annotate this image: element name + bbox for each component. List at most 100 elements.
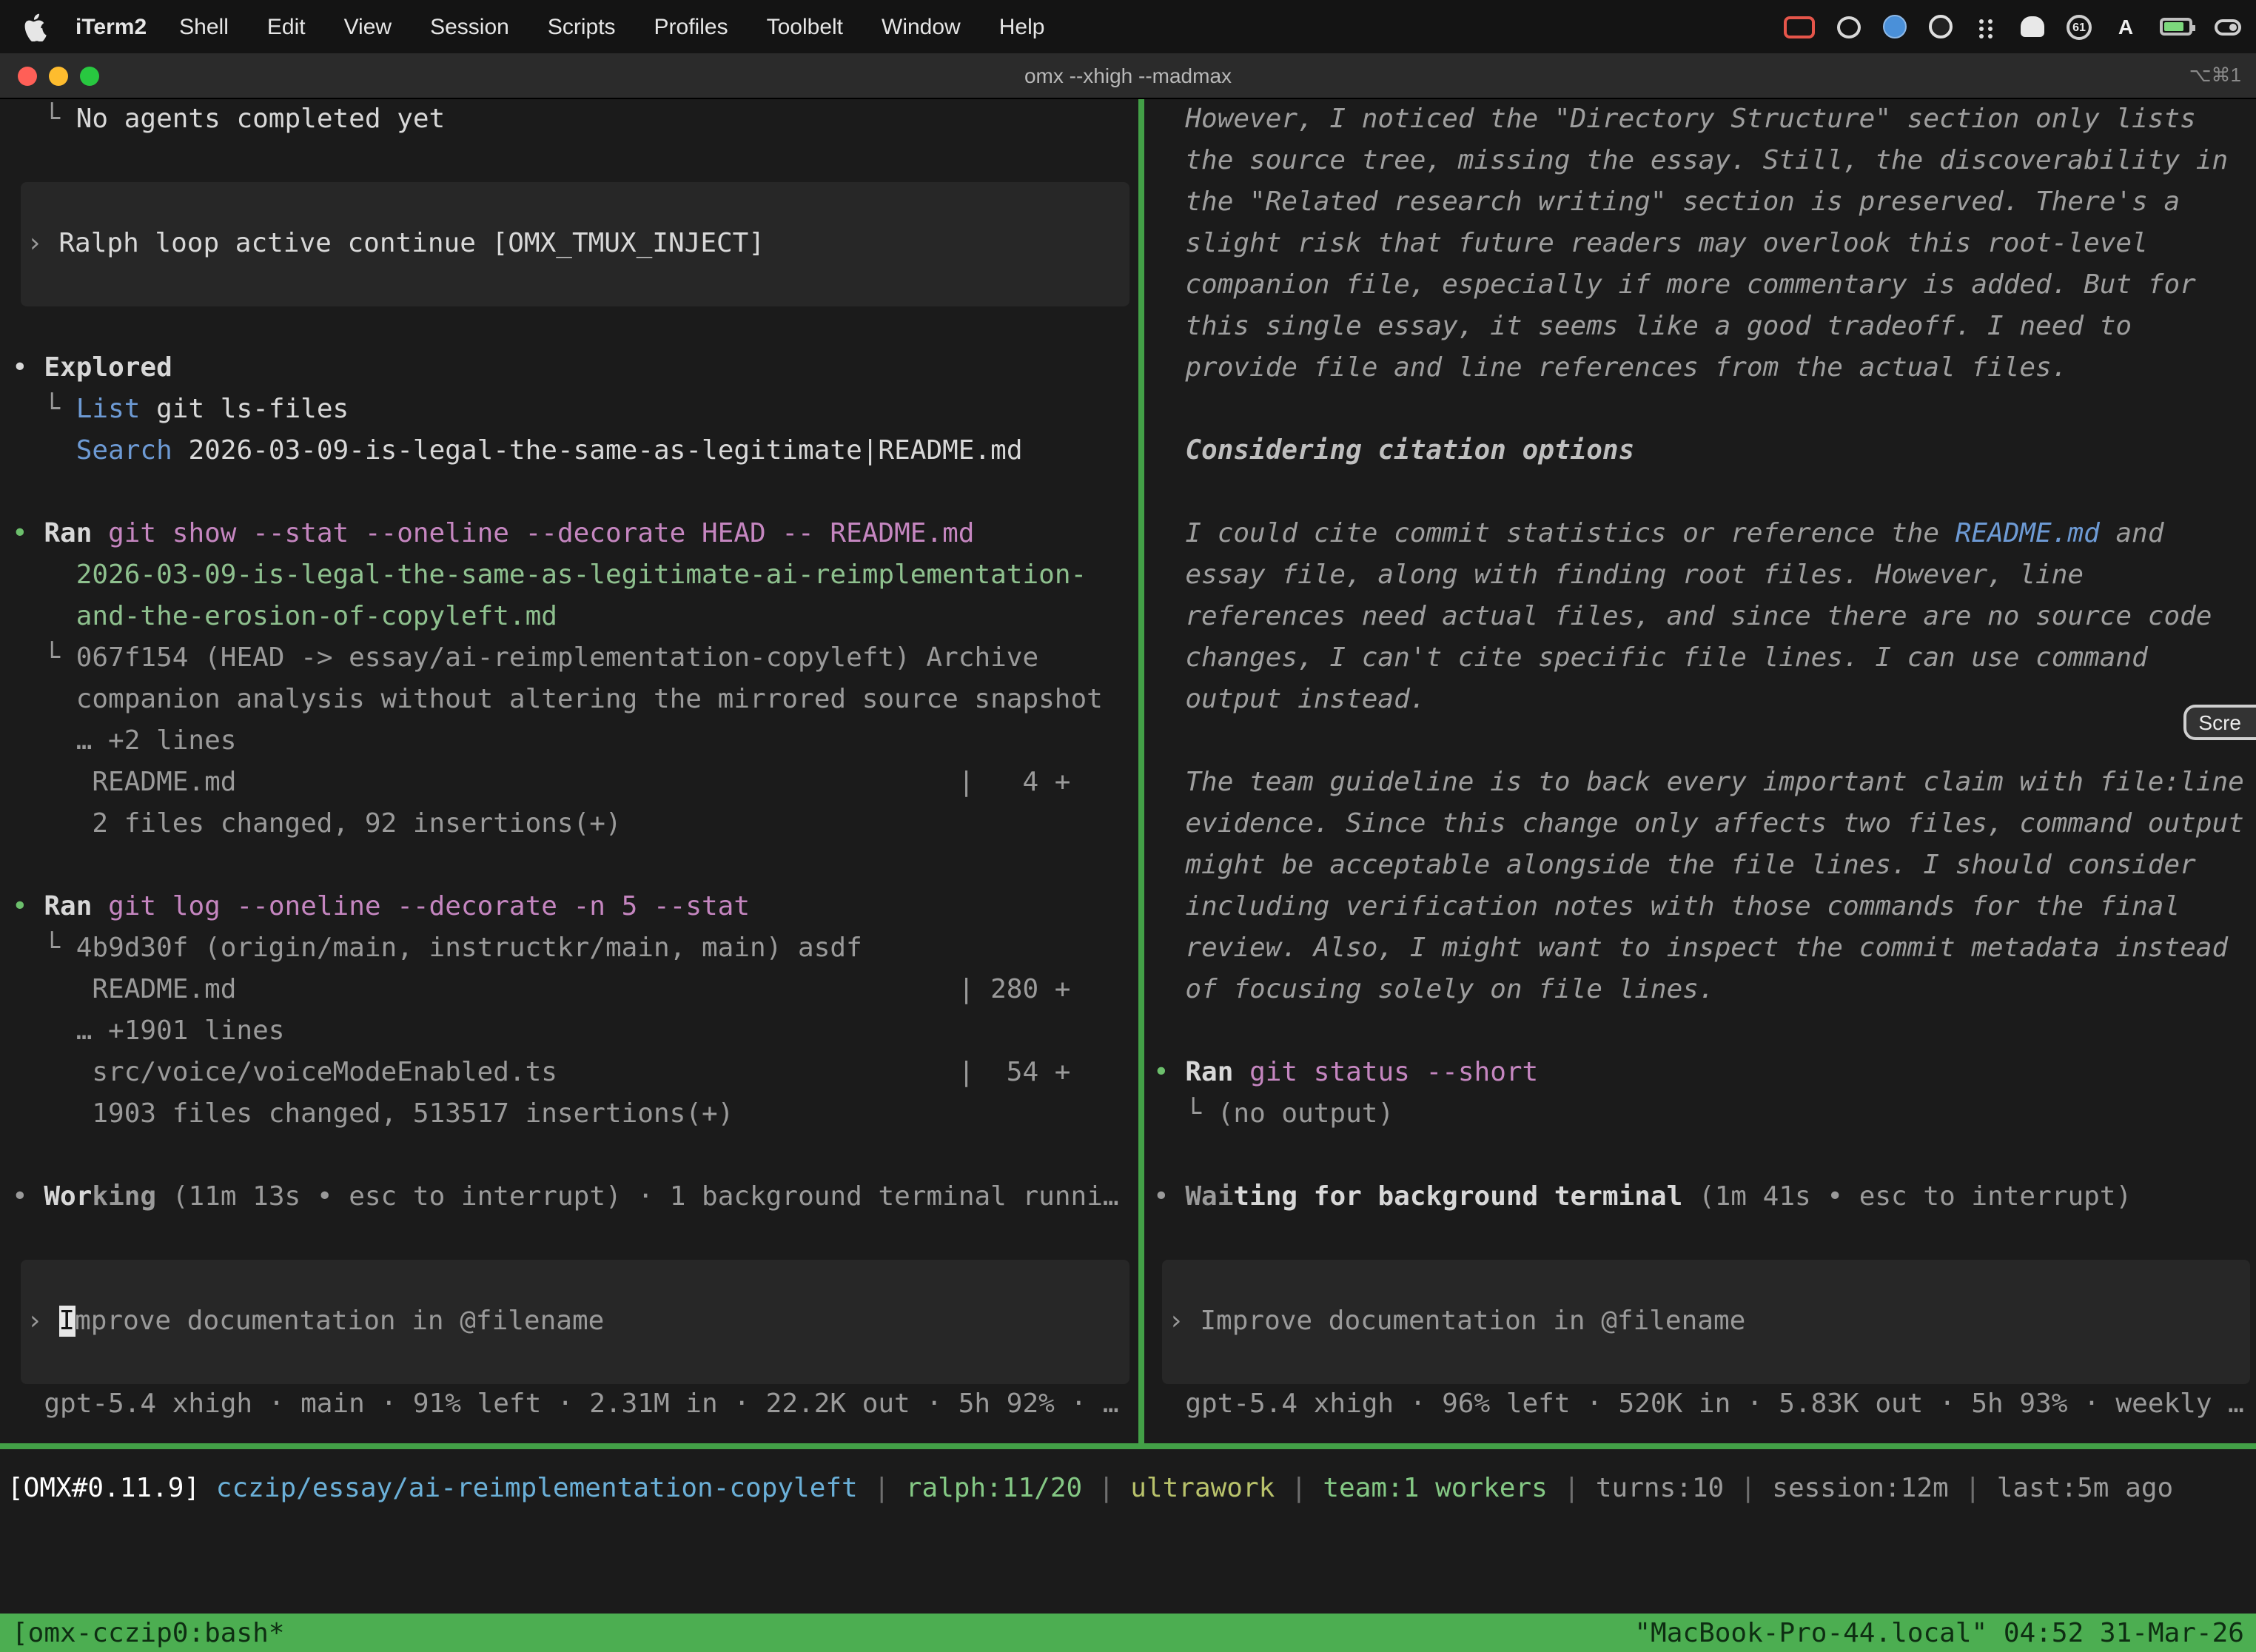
terminal-line: … +1901 lines <box>12 1011 1138 1052</box>
menu-item-toolbelt[interactable]: Toolbelt <box>767 14 843 39</box>
menu-bar-status-icons: 61 A <box>1784 13 2241 41</box>
tmux-status-bar: [omx-cczip0:bash* "MacBook-Pro-44.local"… <box>0 1614 2256 1652</box>
terminal-line: • Explored <box>12 348 1138 389</box>
minimize-button[interactable] <box>49 66 68 85</box>
terminal-pane-right[interactable]: However, I noticed the "Directory Struct… <box>1144 99 2250 1443</box>
terminal-line <box>1153 389 2250 431</box>
terminal-line <box>1153 1011 2250 1052</box>
status-divider <box>0 1443 2256 1449</box>
terminal-line: └ (no output) <box>1153 1094 2250 1135</box>
menu-bar: iTerm2 Shell Edit View Session Scripts P… <box>0 0 2256 53</box>
terminal-line <box>1153 1135 2250 1177</box>
terminal-line <box>12 1218 1138 1260</box>
menu-item-help[interactable]: Help <box>999 14 1045 39</box>
dark-ring-app-icon[interactable] <box>1929 15 1953 38</box>
terminal-line: The team guideline is to back every impo… <box>1153 762 2250 804</box>
prompt-input[interactable]: › Improve documentation in @filename <box>1162 1260 2250 1384</box>
input-source-icon[interactable]: A <box>2114 13 2138 41</box>
terminal-line: of focusing solely on file lines. <box>1153 970 2250 1011</box>
terminal-line: review. Also, I might want to inspect th… <box>1153 928 2250 970</box>
terminal-line: └ 067f154 (HEAD -> essay/ai-reimplementa… <box>12 638 1138 679</box>
terminal-line: gpt-5.4 xhigh · main · 91% left · 2.31M … <box>12 1384 1138 1426</box>
terminal-line: › Improve documentation in @filename <box>1168 1301 2247 1343</box>
notification-popup[interactable]: Scre <box>2183 705 2256 740</box>
terminal-line: companion file, especially if more comme… <box>1153 265 2250 306</box>
terminal-line: slight risk that future readers may over… <box>1153 224 2250 265</box>
terminal-line <box>12 472 1138 514</box>
terminal-line: including verification notes with those … <box>1153 887 2250 928</box>
terminal-line <box>1153 1218 2250 1260</box>
menu-item-session[interactable]: Session <box>430 14 509 39</box>
terminal-line <box>12 845 1138 887</box>
terminal-line <box>12 306 1138 348</box>
terminal-line: README.md | 280 + <box>12 970 1138 1011</box>
terminal-line: companion analysis without altering the … <box>12 679 1138 721</box>
terminal-line: [OMX#0.11.9] cczip/essay/ai-reimplementa… <box>7 1468 2256 1510</box>
menu-item-profiles[interactable]: Profiles <box>654 14 728 39</box>
app-grid-icon[interactable] <box>1975 16 1998 38</box>
terminal-line <box>1153 472 2250 514</box>
window-shortcut-badge: ⌥⌘1 <box>2189 64 2241 87</box>
terminal-line: this single essay, it seems like a good … <box>1153 306 2250 348</box>
terminal-line: Considering citation options <box>1153 431 2250 472</box>
terminal-line: src/voice/voiceModeEnabled.ts | 54 + <box>12 1052 1138 1094</box>
zoom-button[interactable] <box>80 66 99 85</box>
title-bar: omx --xhigh --madmax ⌥⌘1 <box>0 53 2256 99</box>
apple-menu-icon[interactable] <box>24 13 49 41</box>
terminal-line: the "Related research writing" section i… <box>1153 182 2250 224</box>
terminal-line: └ 4b9d30f (origin/main, instructkr/main,… <box>12 928 1138 970</box>
terminal-pane-left[interactable]: └ No agents completed yet › Ralph loop a… <box>0 99 1138 1443</box>
terminal-line: › Improve documentation in @filename <box>27 1301 1127 1343</box>
control-center-icon[interactable] <box>2215 19 2241 35</box>
terminal-line: output instead. <box>1153 679 2250 721</box>
tmux-host-clock: "MacBook-Pro-44.local" 04:52 31-Mar-26 <box>1634 1617 2244 1648</box>
menu-item-view[interactable]: View <box>344 14 392 39</box>
terminal-line: 1903 files changed, 513517 insertions(+) <box>12 1094 1138 1135</box>
terminal-line: • Ran git status --short <box>1153 1052 2250 1094</box>
compass-app-icon[interactable] <box>1883 15 1907 38</box>
terminal-line: 2 files changed, 92 insertions(+) <box>12 804 1138 845</box>
terminal-line <box>1153 721 2250 762</box>
terminal-line: However, I noticed the "Directory Struct… <box>1153 99 2250 141</box>
prompt-input[interactable]: › Improve documentation in @filename <box>21 1260 1129 1384</box>
terminal-line: Search 2026-03-09-is-legal-the-same-as-l… <box>12 431 1138 472</box>
terminal-line: might be acceptable alongside the file l… <box>1153 845 2250 887</box>
battery-gauge-icon[interactable]: 61 <box>2067 14 2092 39</box>
window-title: omx --xhigh --madmax <box>1024 64 1232 87</box>
terminal-line: the source tree, missing the essay. Stil… <box>1153 141 2250 182</box>
pane-divider[interactable] <box>1138 99 1144 1443</box>
terminal-line: • Ran git log --oneline --decorate -n 5 … <box>12 887 1138 928</box>
screen: iTerm2 Shell Edit View Session Scripts P… <box>0 0 2256 1652</box>
globe-app-icon[interactable] <box>1837 16 1861 38</box>
terminal-line: … +2 lines <box>12 721 1138 762</box>
terminal-line: └ No agents completed yet <box>12 99 1138 141</box>
terminal-line: references need actual files, and since … <box>1153 597 2250 638</box>
tmux-window-name[interactable]: [omx-cczip0:bash* <box>12 1617 284 1648</box>
terminal-line: • Ran git show --stat --oneline --decora… <box>12 514 1138 555</box>
traffic-lights <box>18 53 99 98</box>
menu-item-window[interactable]: Window <box>882 14 961 39</box>
inject-banner[interactable]: › Ralph loop active continue [OMX_TMUX_I… <box>21 182 1129 306</box>
terminal-line: README.md | 4 + <box>12 762 1138 804</box>
terminal-line: • Working (11m 13s • esc to interrupt) ·… <box>12 1177 1138 1218</box>
menu-item-scripts[interactable]: Scripts <box>548 14 616 39</box>
terminal-line <box>12 1135 1138 1177</box>
screen-recording-icon[interactable] <box>1784 16 1815 38</box>
terminal-line: I could cite commit statistics or refere… <box>1153 514 2250 555</box>
close-button[interactable] <box>18 66 37 85</box>
omx-status-bar: [OMX#0.11.9] cczip/essay/ai-reimplementa… <box>0 1449 2256 1614</box>
battery-icon[interactable] <box>2160 18 2192 36</box>
terminal-line: 2026-03-09-is-legal-the-same-as-legitima… <box>12 555 1138 597</box>
terminal-line: evidence. Since this change only affects… <box>1153 804 2250 845</box>
terminal-line: essay file, along with finding root file… <box>1153 555 2250 597</box>
menu-item-edit[interactable]: Edit <box>267 14 306 39</box>
menu-item-shell[interactable]: Shell <box>179 14 229 39</box>
terminal-line: and-the-erosion-of-copyleft.md <box>12 597 1138 638</box>
terminal-line <box>12 141 1138 182</box>
menu-app-name[interactable]: iTerm2 <box>75 14 147 39</box>
ghost-app-icon[interactable] <box>2021 16 2044 37</box>
terminal-line: └ List git ls-files <box>12 389 1138 431</box>
terminal-line: • Waiting for background terminal (1m 41… <box>1153 1177 2250 1218</box>
terminal-line: changes, I can't cite specific file line… <box>1153 638 2250 679</box>
terminal-line: › Ralph loop active continue [OMX_TMUX_I… <box>27 224 1127 265</box>
